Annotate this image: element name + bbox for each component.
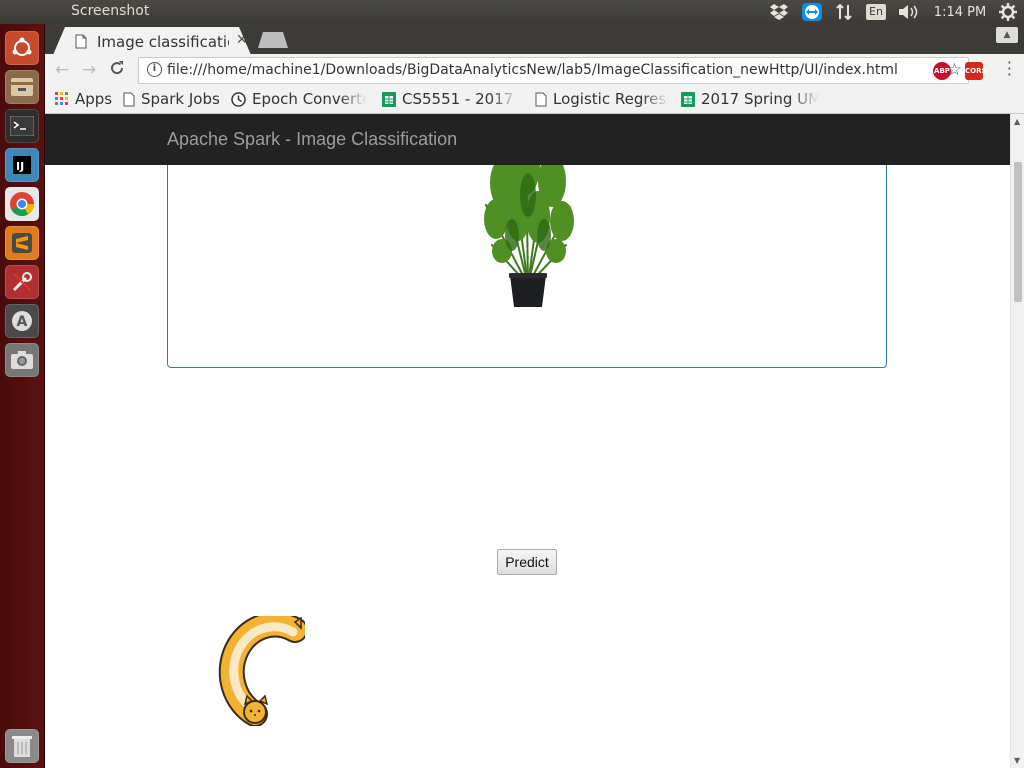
teamviewer-icon[interactable] <box>800 3 824 21</box>
back-arrow-icon[interactable]: ← <box>55 60 69 80</box>
sheets-icon <box>382 91 396 107</box>
svg-text:IJ: IJ <box>16 160 24 173</box>
cors-extension-icon[interactable]: CORS <box>965 62 987 80</box>
files-icon[interactable] <box>5 70 39 104</box>
page-icon <box>123 92 135 106</box>
scrollbar-thumb[interactable] <box>1014 162 1022 302</box>
scroll-up-arrow-icon[interactable]: ▲ <box>1014 117 1020 126</box>
window-title: Screenshot <box>71 3 150 19</box>
bookmark-label: Apps <box>75 90 113 108</box>
bookmark-cs5551[interactable]: CS5551 - 2017 Spr <box>382 90 518 108</box>
chrome-menu-icon[interactable]: · · · <box>1007 55 1012 83</box>
new-tab-button[interactable] <box>258 32 288 48</box>
predict-button[interactable]: Predict <box>497 549 557 575</box>
keyboard-language-indicator[interactable]: En <box>864 3 888 21</box>
page-icon <box>535 92 547 106</box>
site-navbar: Apache Spark - Image Classification <box>45 114 1010 165</box>
chrome-icon[interactable] <box>5 187 39 221</box>
page-viewport: Apache Spark - Image Classification Pred… <box>45 114 1024 768</box>
bookmark-logistic-regression[interactable]: Logistic Regressi <box>535 90 669 108</box>
tab-title: Image classification <box>97 33 229 51</box>
bookmark-label: Epoch Converter <box>252 90 367 108</box>
intellij-icon[interactable]: IJ <box>5 148 39 182</box>
forward-arrow-icon[interactable]: → <box>82 60 96 80</box>
scroll-down-arrow-icon[interactable]: ▼ <box>1014 756 1020 765</box>
clock[interactable]: 1:14 PM <box>932 3 988 21</box>
page-icon <box>75 34 87 49</box>
dropbox-icon[interactable] <box>768 3 790 21</box>
tab-image-classification[interactable]: Image classification ✕ <box>53 27 251 55</box>
bookmark-apps[interactable]: Apps <box>55 90 112 108</box>
bookmark-label: Spark Jobs <box>141 90 220 108</box>
unity-launcher: IJ A <box>0 24 45 768</box>
bookmark-label: Logistic Regressi <box>553 90 669 108</box>
sublime-text-icon[interactable] <box>5 226 39 260</box>
system-tools-icon[interactable] <box>5 265 39 299</box>
profile-icon[interactable]: ▲ <box>996 27 1018 43</box>
reload-icon[interactable] <box>109 60 125 81</box>
navbar-brand[interactable]: Apache Spark - Image Classification <box>167 129 457 150</box>
browser-toolbar: ← → i file:///home/machine1/Downloads/Bi… <box>45 54 1024 87</box>
network-arrows-icon[interactable] <box>833 3 855 21</box>
software-updater-icon[interactable]: A <box>5 304 39 338</box>
clock-icon <box>231 91 246 107</box>
os-top-bar: Screenshot En 1:14 PM <box>0 0 1024 24</box>
bookmark-epoch-converter[interactable]: Epoch Converter <box>231 90 367 108</box>
terminal-icon[interactable] <box>5 109 39 143</box>
bookmarks-bar: Apps Spark Jobs Epoch Converter CS5551 -… <box>45 87 1024 114</box>
svg-text:A: A <box>17 314 28 330</box>
bookmark-2017-spring-umkc[interactable]: 2017 Spring UMK <box>681 90 819 108</box>
loading-cat-spinner-icon <box>218 616 305 726</box>
bookmark-spark-jobs[interactable]: Spark Jobs <box>123 90 220 108</box>
info-icon[interactable]: i <box>147 62 162 77</box>
apps-grid-icon <box>55 92 68 105</box>
ubuntu-dash-icon[interactable] <box>5 31 39 65</box>
url-text[interactable]: file:///home/machine1/Downloads/BigDataA… <box>167 62 898 78</box>
bookmark-label: CS5551 - 2017 Spr <box>402 90 518 108</box>
tab-close-icon[interactable]: ✕ <box>236 32 248 48</box>
settings-gear-icon[interactable] <box>998 3 1018 21</box>
trash-icon[interactable] <box>5 729 39 763</box>
address-bar[interactable]: i file:///home/machine1/Downloads/BigDat… <box>138 57 969 84</box>
browser-tab-strip: Image classification ✕ ▲ <box>45 24 1024 55</box>
bookmark-label: 2017 Spring UMK <box>701 90 819 108</box>
volume-icon[interactable] <box>896 3 920 21</box>
screenshot-app-icon[interactable] <box>5 343 39 377</box>
adblock-plus-icon[interactable]: ABP <box>933 62 951 80</box>
page-scrollbar[interactable]: ▲ ▼ <box>1010 114 1024 768</box>
sheets-icon <box>681 91 695 107</box>
